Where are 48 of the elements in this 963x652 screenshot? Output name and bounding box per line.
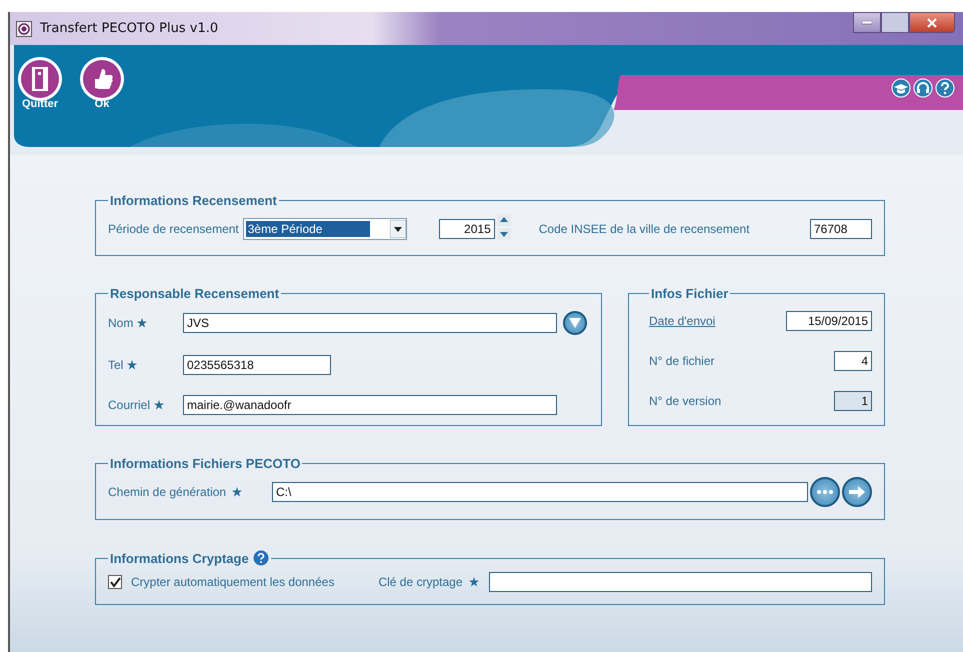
- insee-code-field[interactable]: 76708: [810, 218, 872, 238]
- group-title: Informations Recensement: [109, 193, 278, 208]
- year-spinner[interactable]: [496, 214, 511, 243]
- window-title: Transfert PECOTO Plus v1.0: [40, 21, 218, 36]
- action-button[interactable]: [842, 477, 872, 507]
- checkbox-label: Crypter automatiquement les données: [131, 575, 334, 589]
- help-icon[interactable]: [252, 550, 269, 566]
- field-label: N° de version: [649, 394, 722, 408]
- close-icon: [927, 18, 937, 28]
- arrow-icon: [849, 486, 865, 498]
- text-field[interactable]: 15/09/2015: [786, 311, 872, 331]
- dropdown-button[interactable]: [563, 311, 587, 335]
- ellipsis-icon: [817, 490, 833, 494]
- year-field[interactable]: 2015: [438, 218, 495, 238]
- toolbar-button[interactable]: Quitter: [16, 55, 64, 110]
- close-button[interactable]: [909, 12, 955, 33]
- text-field[interactable]: 4: [834, 351, 872, 371]
- period-dropdown[interactable]: 3ème Période: [242, 218, 407, 240]
- maximize-button[interactable]: [881, 12, 909, 33]
- text-field[interactable]: JVS: [183, 313, 557, 333]
- triangle-down-icon: [569, 318, 581, 328]
- text-field[interactable]: 0235565318: [183, 355, 331, 375]
- group-title: Informations Fichiers PECOTO: [109, 456, 302, 471]
- group-title: Informations Cryptage: [110, 550, 249, 566]
- help-icon[interactable]: [935, 78, 955, 98]
- field-label: Code INSEE de la ville de recensement: [538, 222, 750, 236]
- browse-button[interactable]: [810, 477, 840, 507]
- field-label: N° de fichier: [649, 354, 714, 368]
- path-field[interactable]: C:\: [272, 482, 808, 502]
- checkmark-icon: [110, 576, 120, 588]
- field-label: Courriel: [108, 398, 150, 412]
- dropdown-arrow-icon: [390, 220, 406, 238]
- checkbox[interactable]: [108, 575, 122, 589]
- text-field[interactable]: mairie.@wanadoofr: [183, 395, 557, 415]
- minimize-button[interactable]: [853, 12, 881, 33]
- field-label: Chemin de génération: [108, 485, 226, 499]
- group-title: Infos Fichier: [650, 286, 730, 301]
- headset-icon[interactable]: [913, 78, 933, 98]
- app-icon: [16, 20, 32, 36]
- encryption-key-field[interactable]: [488, 572, 872, 592]
- graduation-cap-icon[interactable]: [891, 78, 911, 98]
- field-label: Tel: [108, 358, 124, 372]
- field-label: Période de recensement: [108, 222, 239, 236]
- field-label: Nom: [108, 316, 134, 330]
- field-label: Clé de cryptage: [378, 575, 462, 589]
- minimize-icon: [862, 20, 872, 24]
- field-label: Date d'envoi: [649, 314, 716, 328]
- group-title: Responsable Recensement: [109, 286, 280, 301]
